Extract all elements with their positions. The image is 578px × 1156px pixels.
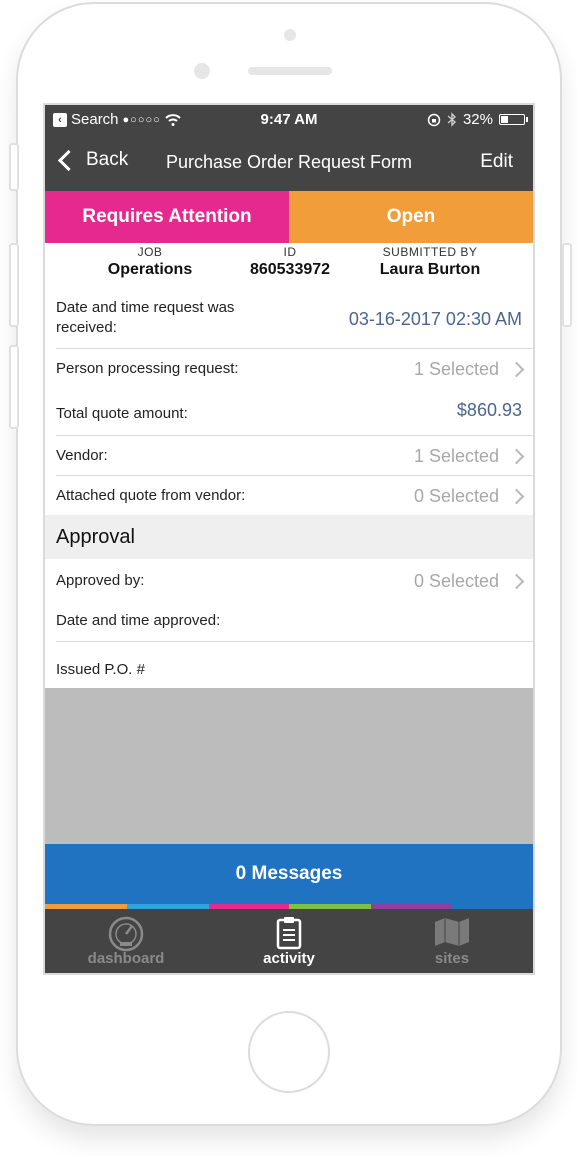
job-value: Operations [107,261,193,278]
submitted-by-value: Laura Burton [379,261,481,278]
field-label: Vendor: [56,447,108,464]
map-icon [435,918,469,946]
date-received-value[interactable]: 03-16-2017 02:30 AM [349,309,522,329]
back-button[interactable]: Back [55,149,128,171]
status-row: Requires Attention Open [45,191,533,243]
approval-section-header: Approval [45,515,533,559]
attached-quote-row[interactable]: Attached quote from vendor: 0 Selected [45,476,533,515]
person-processing-row[interactable]: Person processing request: 1 Selected [45,349,533,389]
battery-icon [499,114,528,125]
total-quote-value[interactable]: $860.93 [457,400,522,420]
front-sensor [284,29,296,41]
chevron-right-icon [508,573,525,589]
approved-by-value[interactable]: 0 Selected [413,571,525,591]
empty-area [45,688,533,844]
rotation-lock-icon [427,113,441,126]
volume-up-button [9,243,19,327]
vendor-value[interactable]: 1 Selected [413,446,525,466]
field-label: Total quote amount: [56,405,188,422]
job-label: JOB [137,245,163,259]
home-button[interactable] [248,1011,330,1093]
chevron-left-icon [57,149,80,171]
approved-by-row[interactable]: Approved by: 0 Selected [45,561,533,601]
tab-bar: dashboard activity sites [45,909,533,973]
person-processing-value[interactable]: 1 Selected [413,359,525,379]
selected-count: 0 Selected [413,571,499,591]
tab-label: dashboard [87,950,165,967]
tab-dashboard[interactable]: dashboard [45,909,207,973]
date-approved-row[interactable]: Date and time approved: [45,601,533,641]
power-button [562,243,572,327]
earpiece-speaker [248,67,332,75]
chevron-right-icon [508,448,525,464]
date-received-row[interactable]: Date and time request was received: 03-1… [45,295,533,347]
bluetooth-icon [447,112,456,127]
id-value: 860533972 [249,261,331,278]
submitted-by-label: SUBMITTED BY [382,245,478,259]
front-camera [194,63,210,79]
issued-po-row[interactable]: Issued P.O. # [45,642,533,688]
tab-activity[interactable]: activity [208,909,370,973]
attached-quote-value[interactable]: 0 Selected [413,486,525,506]
field-label: Approved by: [56,572,145,589]
clipboard-icon [276,917,302,950]
vendor-row[interactable]: Vendor: 1 Selected [45,436,533,476]
silent-switch [9,143,19,191]
back-to-app-icon[interactable]: ‹ [53,112,67,127]
request-meta: JOB Operations ID 860533972 SUBMITTED BY… [45,245,533,291]
app-screen: ‹ Search ●○○○○ 9:47 AM 32% Back Purchase… [43,103,535,975]
chevron-right-icon [508,361,525,377]
selected-count: 1 Selected [413,359,499,379]
total-quote-row[interactable]: Total quote amount: $860.93 [45,389,533,435]
field-label: Attached quote from vendor: [56,487,246,504]
field-label: Date and time request was received: [56,299,235,336]
selected-count: 0 Selected [413,486,499,506]
edit-button[interactable]: Edit [480,151,513,173]
signal-strength-icon: ●○○○○ [122,113,161,126]
chevron-right-icon [508,488,525,504]
open-status-button[interactable]: Open [289,191,533,243]
speedometer-icon [108,916,144,952]
tab-label: sites [434,950,470,967]
selected-count: 1 Selected [413,446,499,466]
volume-down-button [9,345,19,429]
navigation-bar: Back Purchase Order Request Form Edit [45,135,533,191]
field-label: Person processing request: [56,360,239,377]
battery-percent: 32% [462,111,493,128]
back-label: Back [86,149,129,170]
section-title: Approval [56,526,135,548]
messages-button[interactable]: 0 Messages [45,844,533,904]
status-bar: ‹ Search ●○○○○ 9:47 AM 32% [45,105,533,135]
carrier-label[interactable]: Search [71,111,119,128]
field-label: Issued P.O. # [56,661,145,678]
requires-attention-button[interactable]: Requires Attention [45,191,289,243]
tab-sites[interactable]: sites [371,909,533,973]
wifi-icon [165,113,181,126]
id-label: ID [283,245,297,259]
tab-label: activity [263,950,315,967]
field-label: Date and time approved: [56,612,221,629]
